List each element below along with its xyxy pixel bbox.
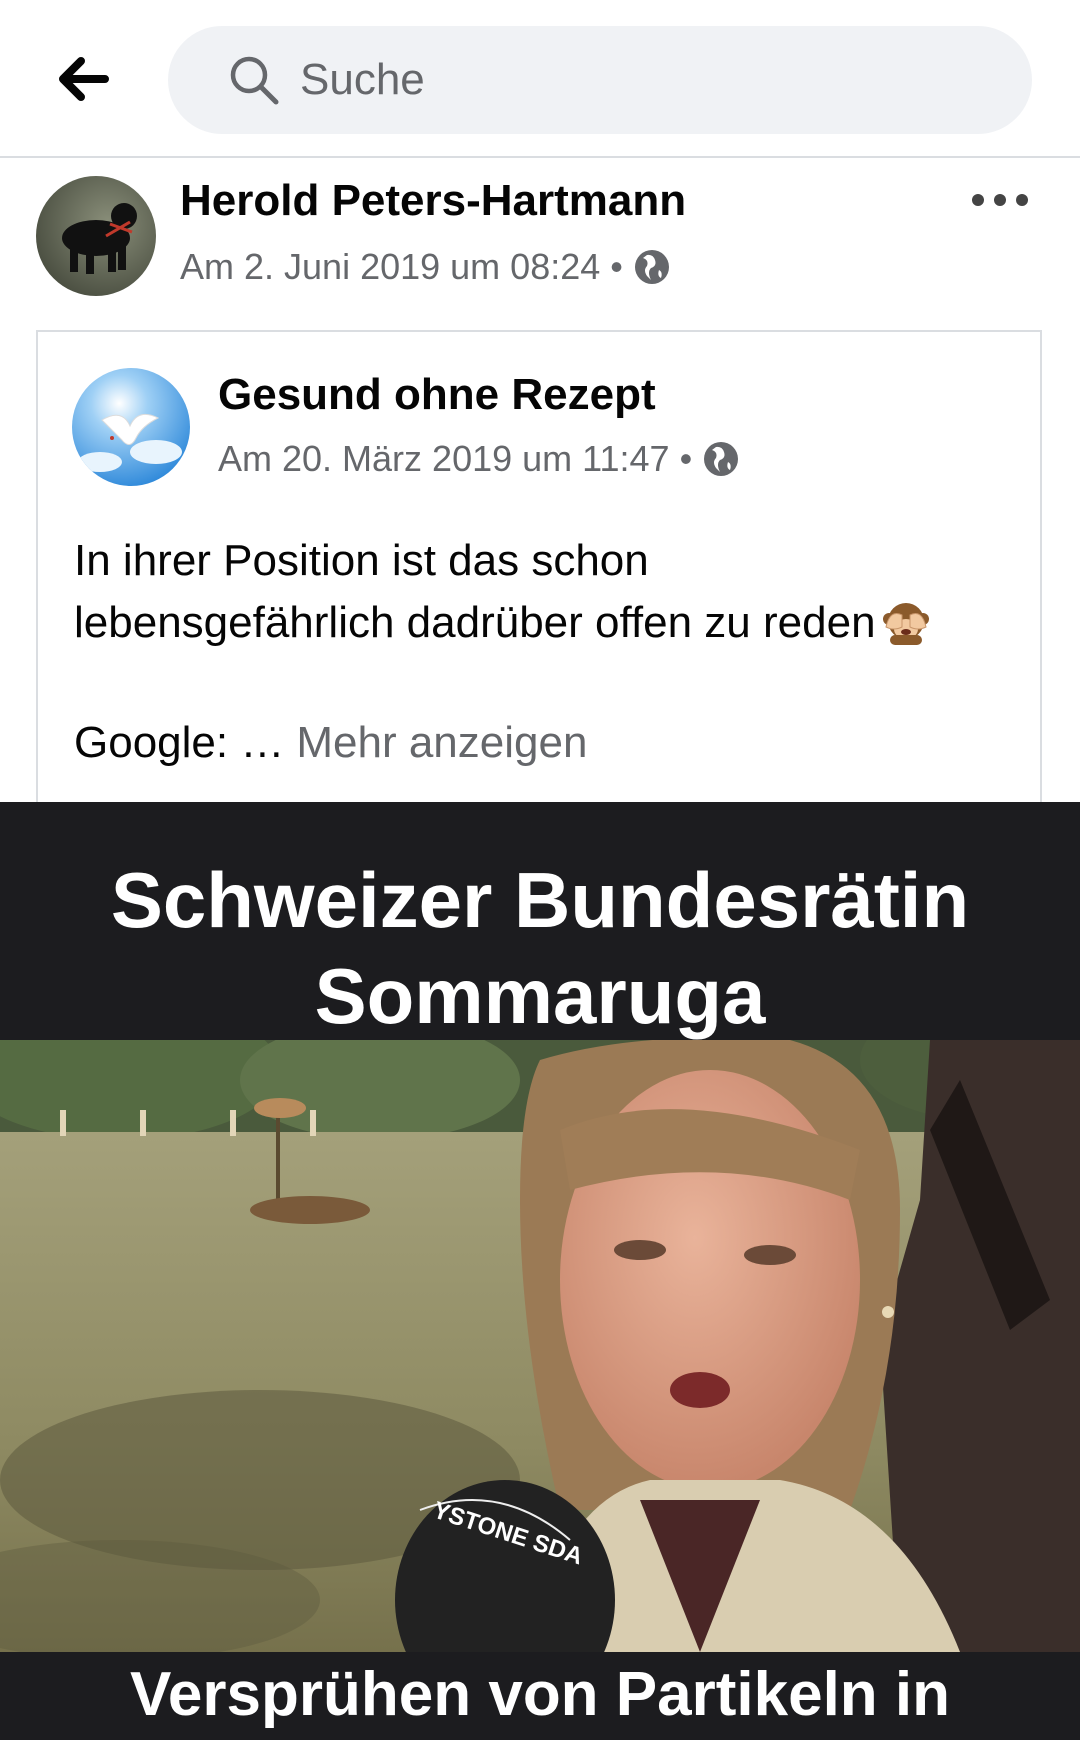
more-options-button[interactable] <box>972 180 1028 220</box>
see-no-evil-monkey-icon <box>880 597 932 649</box>
search-placeholder: Suche <box>300 55 425 104</box>
meta-separator: • <box>610 246 623 287</box>
video-title-line: Sommaruga <box>314 952 766 1040</box>
google-prefix: Google: … <box>74 718 285 767</box>
video-player[interactable]: Schweizer Bundesrätin Sommaruga YSTONE S… <box>0 802 1080 1740</box>
post-text-line: lebensgefährlich dadrüber offen zu reden <box>74 592 1014 654</box>
more-dot <box>972 194 984 206</box>
video-frame: YSTONE SDA <box>0 1000 1080 1720</box>
page-name[interactable]: Gesund ohne Rezept <box>218 370 656 420</box>
back-arrow-icon <box>57 56 109 106</box>
post-text-line: In ihrer Position ist das schon <box>74 536 649 585</box>
video-title-line: Schweizer Bundesrätin <box>110 856 970 944</box>
globe-icon <box>633 248 671 286</box>
author-name[interactable]: Herold Peters-Hartmann <box>180 176 686 226</box>
see-more-link[interactable]: Mehr anzeigen <box>296 718 587 767</box>
post-text-content: lebensgefährlich dadrüber offen zu reden <box>74 598 876 647</box>
back-button[interactable] <box>48 50 118 112</box>
shared-post-timestamp[interactable]: Am 20. März 2019 um 11:47 <box>218 438 670 480</box>
more-dot <box>994 194 1006 206</box>
shared-post-card: Gesund ohne Rezept Am 20. März 2019 um 1… <box>36 330 1042 810</box>
author-avatar[interactable] <box>36 176 156 296</box>
post-meta: Am 2. Juni 2019 um 08:24 • <box>180 246 671 288</box>
globe-icon <box>702 440 740 478</box>
search-icon <box>228 54 280 106</box>
shared-post-meta: Am 20. März 2019 um 11:47 • <box>218 438 740 480</box>
meta-separator: • <box>679 438 693 479</box>
search-input[interactable]: Suche <box>168 26 1032 134</box>
video-caption: Versprühen von Partikeln in <box>0 1652 1080 1740</box>
google-line: Google: … Mehr anzeigen <box>74 718 587 768</box>
more-dot <box>1016 194 1028 206</box>
video-title: Schweizer Bundesrätin Sommaruga <box>0 852 1080 1044</box>
top-bar: Suche <box>0 0 1080 158</box>
page-avatar[interactable] <box>72 368 190 486</box>
post-timestamp[interactable]: Am 2. Juni 2019 um 08:24 <box>180 246 600 288</box>
post-text: In ihrer Position ist das schon lebensge… <box>74 530 1014 654</box>
